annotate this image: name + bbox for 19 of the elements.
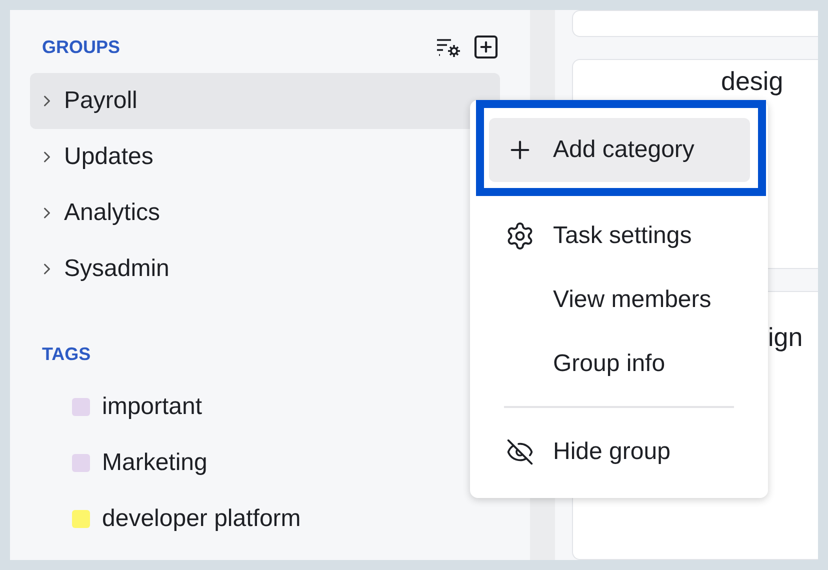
group-label: Updates [64,143,154,171]
add-icon[interactable] [472,33,500,61]
section-title: TAGS [42,344,91,364]
sort-settings-icon[interactable] [436,36,462,58]
group-item[interactable]: Payroll [30,73,500,129]
tag-label[interactable]: Marketing [102,449,208,477]
card-title: desig [721,66,784,97]
group-label: Analytics [64,199,160,227]
tag-label[interactable]: important [102,393,202,421]
eye-off-icon [506,438,534,466]
card-title: ign [768,322,803,354]
tag-label[interactable]: developer platform [102,505,301,533]
menu-item[interactable]: Add category [489,118,750,182]
group-label: Payroll [64,87,138,115]
settings-icon [505,221,535,251]
group-label: Sysadmin [64,255,170,283]
menu-item[interactable]: Hide group [470,420,768,484]
section-title: GROUPS [42,36,120,58]
menu-item[interactable]: Group info [470,332,768,396]
